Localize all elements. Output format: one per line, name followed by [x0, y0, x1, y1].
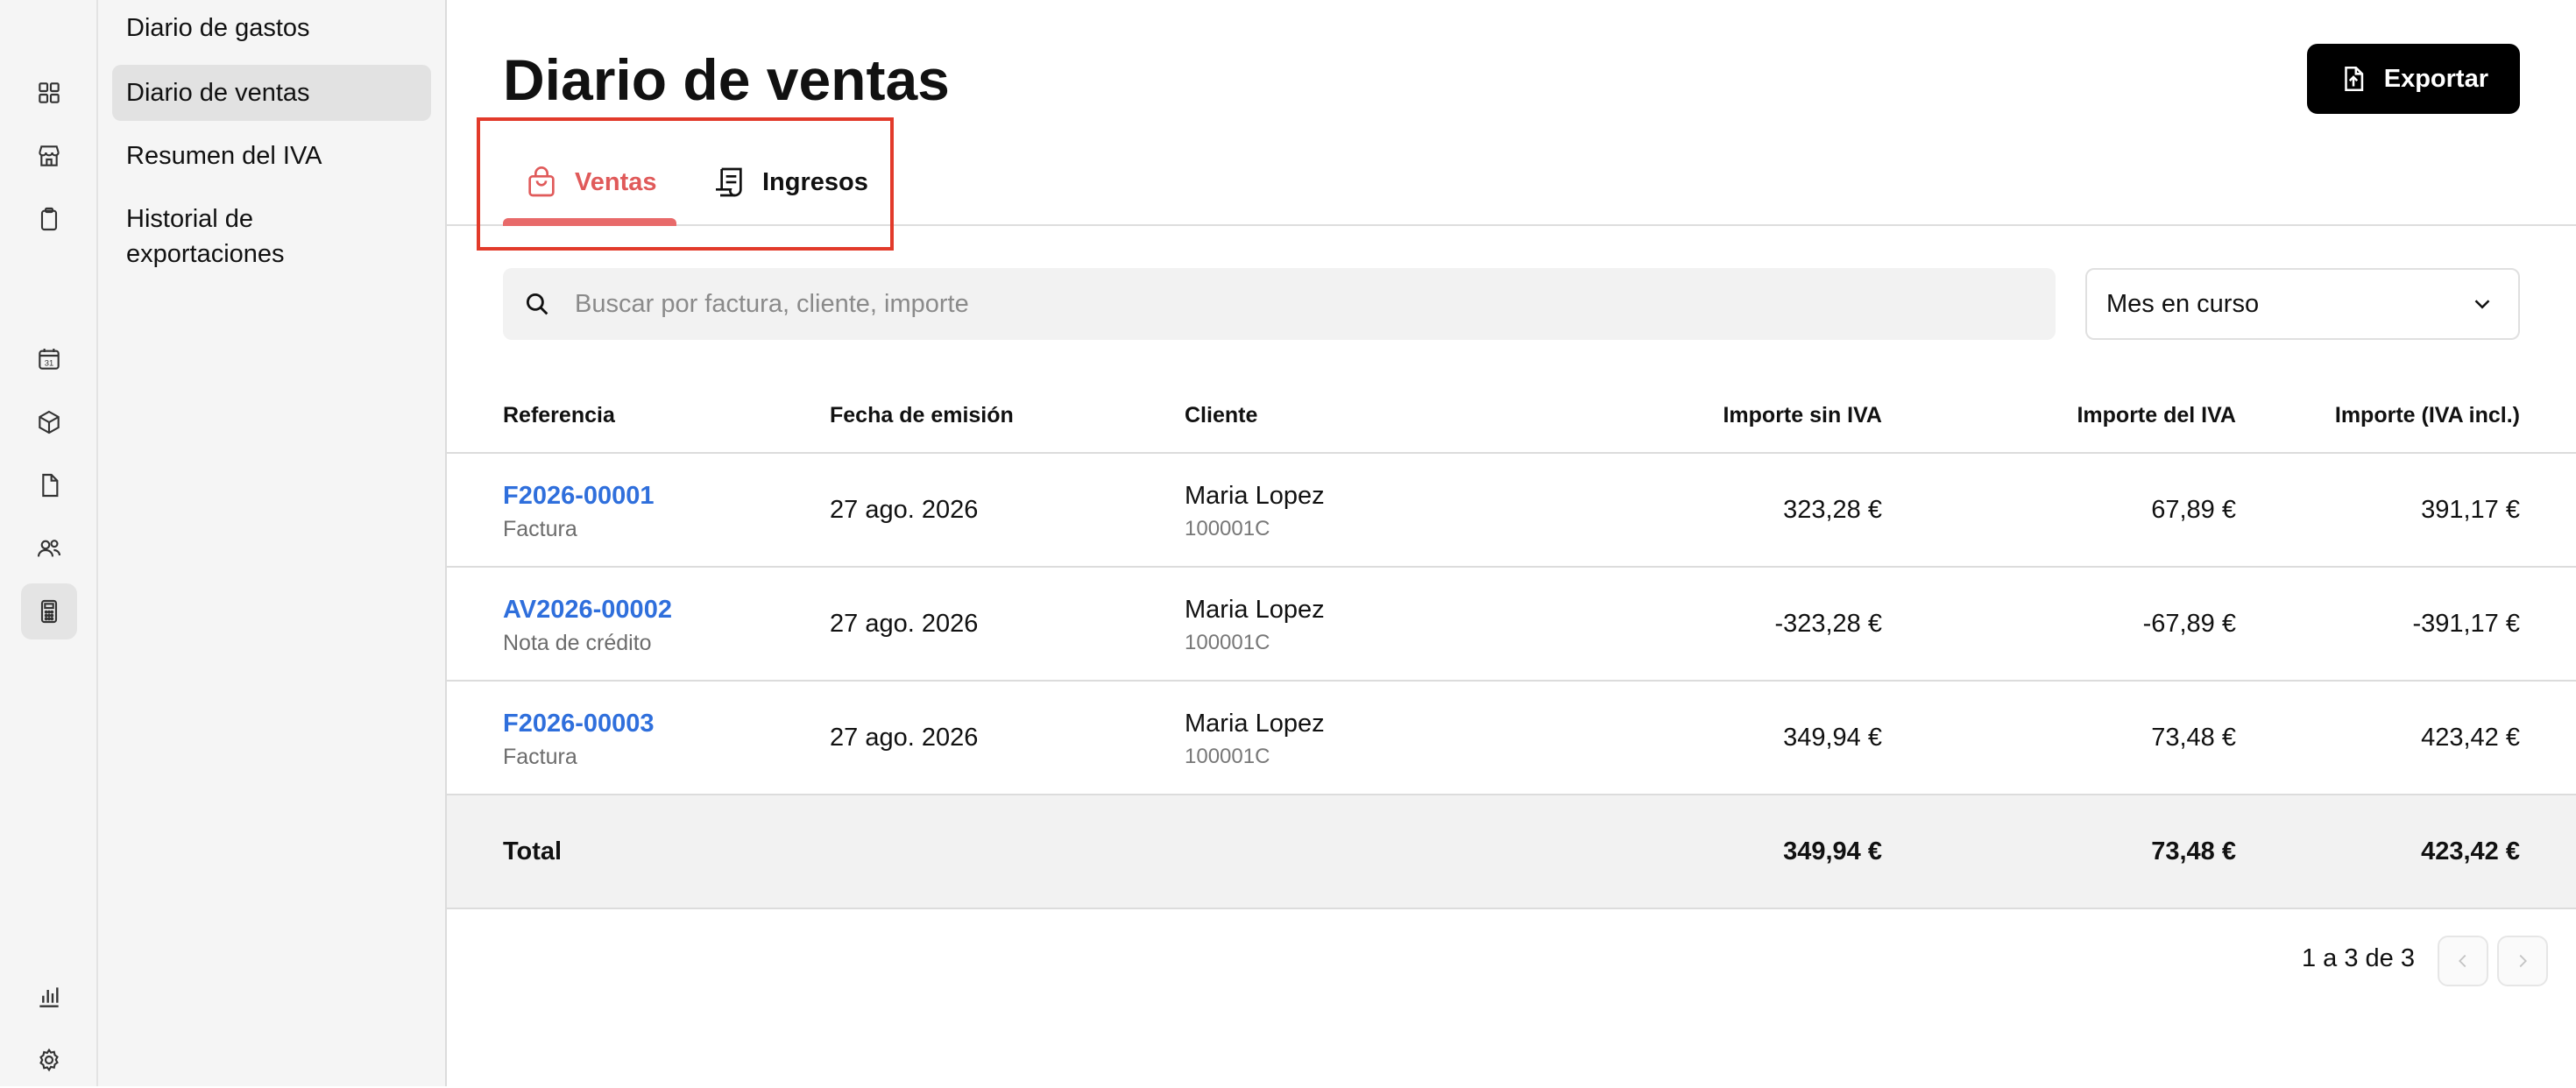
- total-vat: 73,48 €: [2151, 837, 2236, 865]
- store-icon[interactable]: [21, 128, 77, 184]
- tabs-highlight-box: [477, 117, 894, 251]
- export-button[interactable]: Exportar: [2306, 44, 2520, 114]
- chevron-right-icon: [2519, 954, 2527, 968]
- column-header-vat[interactable]: Importe del IVA: [2077, 403, 2236, 428]
- reference-link[interactable]: F2026-00003: [503, 710, 655, 738]
- issue-date: 27 ago. 2026: [830, 724, 979, 752]
- box-icon[interactable]: [21, 394, 77, 450]
- dashboard-icon[interactable]: [21, 65, 77, 121]
- sidebar-item-diario-de-ventas[interactable]: Diario de ventas: [112, 65, 431, 121]
- calendar-icon[interactable]: 31: [21, 331, 77, 387]
- period-select-value: Mes en curso: [2106, 289, 2260, 318]
- table-row[interactable]: AV2026-00002 Nota de crédito 27 ago. 202…: [447, 568, 2576, 682]
- document-icon[interactable]: [21, 457, 77, 513]
- amount-vat: 73,48 €: [2151, 724, 2236, 752]
- export-button-label: Exportar: [2383, 64, 2488, 93]
- total-gross: 423,42 €: [2421, 837, 2520, 865]
- main-content: Diario de ventas Exportar Ventas Ingreso…: [447, 0, 2576, 1086]
- client-code: 100001C: [1185, 631, 1270, 654]
- pagination-info: 1 a 3 de 3: [2302, 944, 2415, 972]
- table-total-row: Total 349,94 € 73,48 € 423,42 €: [447, 795, 2576, 909]
- amount-net: -323,28 €: [1774, 610, 1882, 638]
- column-header-net[interactable]: Importe sin IVA: [1723, 403, 1882, 428]
- client-name: Maria Lopez: [1185, 710, 1325, 738]
- column-header-date[interactable]: Fecha de emisión: [830, 403, 1014, 428]
- table-header: Referencia Fecha de emisión Cliente Impo…: [447, 377, 2576, 454]
- sidebar-item-historial-de-exportaciones[interactable]: Historial de exportaciones: [112, 201, 375, 272]
- column-header-reference[interactable]: Referencia: [503, 403, 615, 428]
- gear-icon[interactable]: [21, 1032, 77, 1088]
- file-upload-icon: [2344, 66, 2363, 92]
- column-header-client[interactable]: Cliente: [1185, 403, 1257, 428]
- document-type: Factura: [503, 745, 577, 769]
- bar-chart-icon[interactable]: [21, 969, 77, 1025]
- table-row[interactable]: F2026-00001 Factura 27 ago. 2026 Maria L…: [447, 454, 2576, 568]
- chevron-left-icon: [2459, 954, 2466, 968]
- sidebar-item-label: Diario de gastos: [126, 14, 310, 42]
- sidebar-item-label: Historial de exportaciones: [126, 205, 285, 268]
- users-icon[interactable]: [21, 520, 77, 576]
- reference-link[interactable]: AV2026-00002: [503, 596, 672, 625]
- period-select[interactable]: Mes en curso: [2085, 268, 2520, 340]
- amount-gross: 423,42 €: [2421, 724, 2520, 752]
- search-icon: [526, 293, 548, 315]
- next-page-button[interactable]: [2497, 936, 2548, 986]
- document-type: Nota de crédito: [503, 631, 652, 655]
- page-title: Diario de ventas: [503, 47, 950, 112]
- sales-table: Referencia Fecha de emisión Cliente Impo…: [447, 377, 2576, 909]
- column-header-gross[interactable]: Importe (IVA incl.): [2335, 403, 2520, 428]
- chevron-down-icon: [2474, 300, 2490, 309]
- sidebar-nav: Diario de gastos Diario de ventas Resume…: [98, 0, 447, 1086]
- search-box[interactable]: [503, 268, 2056, 340]
- calculator-icon[interactable]: [21, 583, 77, 639]
- client-code: 100001C: [1185, 745, 1270, 768]
- search-input[interactable]: [573, 288, 2056, 320]
- svg-text:31: 31: [45, 358, 53, 367]
- amount-gross: 391,17 €: [2421, 496, 2520, 524]
- clipboard-icon[interactable]: [21, 191, 77, 247]
- issue-date: 27 ago. 2026: [830, 496, 979, 524]
- reference-link[interactable]: F2026-00001: [503, 482, 655, 511]
- client-name: Maria Lopez: [1185, 596, 1325, 624]
- amount-net: 323,28 €: [1783, 496, 1882, 524]
- sidebar-item-resumen-del-iva[interactable]: Resumen del IVA: [112, 138, 431, 173]
- issue-date: 27 ago. 2026: [830, 610, 979, 638]
- previous-page-button[interactable]: [2438, 936, 2488, 986]
- sidebar-item-diario-de-gastos[interactable]: Diario de gastos: [112, 11, 431, 46]
- icon-rail: 31: [0, 0, 98, 1086]
- sidebar-item-label: Diario de ventas: [126, 79, 310, 107]
- total-label: Total: [503, 837, 563, 865]
- document-type: Factura: [503, 517, 577, 541]
- amount-vat: 67,89 €: [2151, 496, 2236, 524]
- table-row[interactable]: F2026-00003 Factura 27 ago. 2026 Maria L…: [447, 682, 2576, 795]
- amount-gross: -391,17 €: [2412, 610, 2520, 638]
- client-name: Maria Lopez: [1185, 482, 1325, 510]
- amount-vat: -67,89 €: [2142, 610, 2236, 638]
- sidebar-item-label: Resumen del IVA: [126, 142, 322, 170]
- amount-net: 349,94 €: [1783, 724, 1882, 752]
- client-code: 100001C: [1185, 517, 1270, 540]
- total-net: 349,94 €: [1783, 837, 1882, 865]
